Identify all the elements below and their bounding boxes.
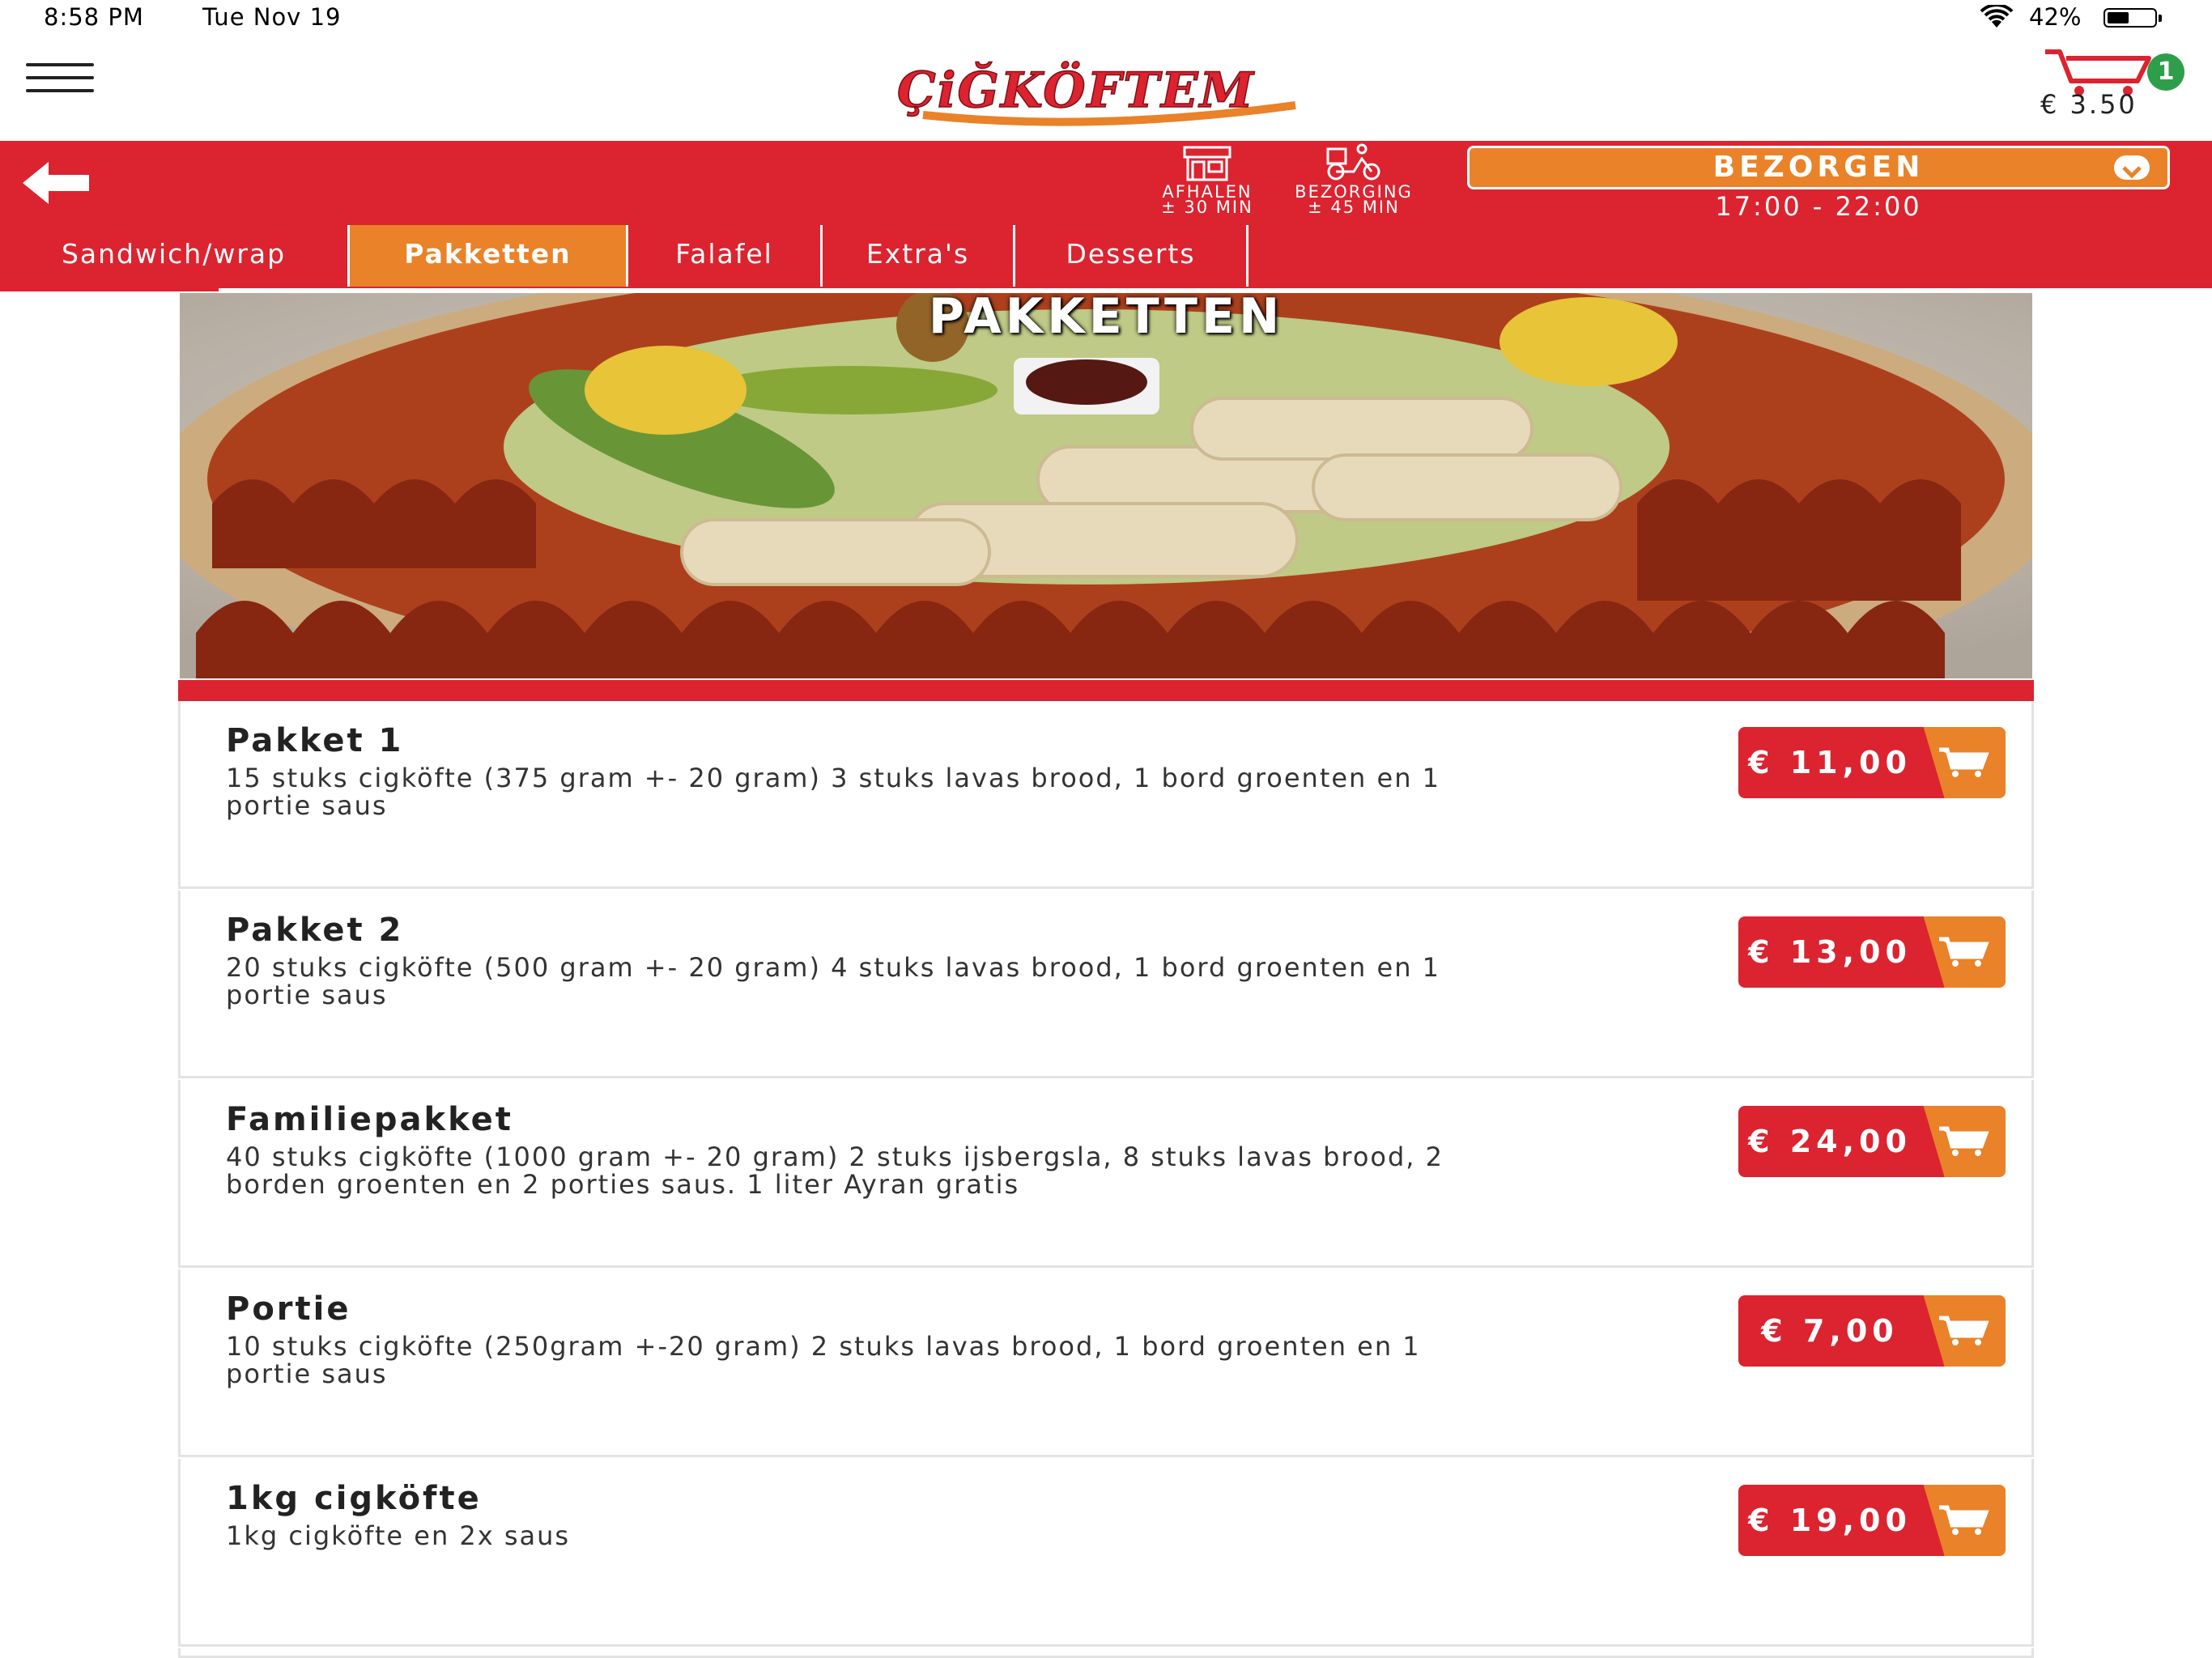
section-banner-image bbox=[180, 293, 2032, 678]
cart-icon bbox=[1939, 1126, 1989, 1156]
add-to-cart-button[interactable]: € 7,00 bbox=[1738, 1295, 2006, 1367]
wifi-icon bbox=[1980, 5, 2014, 28]
cart-total: € 3.50 bbox=[2040, 89, 2138, 120]
item-description: 20 stuks cigköfte (500 gram +- 20 gram) … bbox=[226, 952, 1440, 1010]
tab-pakketten[interactable]: Pakketten bbox=[350, 225, 628, 287]
delivery-mode-value: BEZORGEN bbox=[1712, 151, 1925, 184]
section-title: PAKKETTEN bbox=[928, 288, 1284, 345]
mode-bezorging[interactable]: BEZORGING ± 45 MIN bbox=[1281, 142, 1427, 217]
brand-logo[interactable]: ÇiĞKÖFTEM bbox=[891, 55, 1328, 128]
tab-falafel[interactable]: Falafel bbox=[628, 225, 823, 287]
tab-sandwich-wrap[interactable]: Sandwich/wrap bbox=[0, 225, 350, 287]
item-price: € 24,00 bbox=[1748, 1124, 1912, 1159]
add-to-cart-button[interactable]: € 13,00 bbox=[1738, 916, 2006, 988]
hamburger-menu-icon[interactable] bbox=[26, 63, 94, 96]
status-time: 8:58 PM bbox=[44, 3, 144, 31]
item-description: 10 stuks cigköfte (250gram +-20 gram) 2 … bbox=[226, 1331, 1421, 1389]
cart-count-badge: 1 bbox=[2147, 53, 2184, 91]
item-name: Familiepakket bbox=[226, 1101, 513, 1138]
menu-item: Pakket 1 15 stuks cigköfte (375 gram +- … bbox=[178, 701, 2034, 889]
status-date: Tue Nov 19 bbox=[202, 3, 342, 31]
bezorging-time: ± 45 MIN bbox=[1308, 198, 1400, 217]
item-description: 1kg cigköfte en 2x saus bbox=[226, 1520, 571, 1551]
item-name: Portie bbox=[226, 1290, 351, 1328]
cart-icon bbox=[1939, 1316, 1989, 1346]
cart-icon bbox=[1939, 937, 1989, 967]
svg-text:ÇiĞKÖFTEM: ÇiĞKÖFTEM bbox=[897, 62, 1255, 119]
battery-percent: 42% bbox=[2029, 3, 2082, 31]
status-bar: 8:58 PM Tue Nov 19 42% bbox=[0, 0, 2212, 36]
menu-item-partial bbox=[178, 1648, 2034, 1658]
menu-item: 1kg cigköfte 1kg cigköfte en 2x saus € 1… bbox=[178, 1459, 2034, 1647]
tab-extras[interactable]: Extra's bbox=[823, 225, 1015, 287]
menu-item: Pakket 2 20 stuks cigköfte (500 gram +- … bbox=[178, 891, 2034, 1078]
delivery-scooter-icon bbox=[1326, 143, 1380, 181]
opening-hours: 17:00 - 22:00 bbox=[1715, 191, 1922, 222]
item-name: Pakket 2 bbox=[226, 912, 404, 949]
cart-icon bbox=[1939, 1505, 1989, 1535]
mode-afhalen[interactable]: AFHALEN ± 30 MIN bbox=[1146, 142, 1268, 217]
item-price: € 19,00 bbox=[1748, 1503, 1912, 1538]
item-price: € 13,00 bbox=[1748, 934, 1912, 970]
shop-icon bbox=[1183, 146, 1231, 181]
delivery-mode-select[interactable]: BEZORGEN bbox=[1467, 146, 2170, 189]
menu-item: Familiepakket 40 stuks cigköfte (1000 gr… bbox=[178, 1080, 2034, 1268]
item-name: 1kg cigköfte bbox=[226, 1480, 482, 1517]
item-name: Pakket 1 bbox=[226, 722, 404, 759]
menu-item: Portie 10 stuks cigköfte (250gram +-20 g… bbox=[178, 1269, 2034, 1457]
add-to-cart-button[interactable]: € 19,00 bbox=[1738, 1485, 2006, 1556]
item-description: 15 stuks cigköfte (375 gram +- 20 gram) … bbox=[226, 763, 1440, 821]
tab-desserts[interactable]: Desserts bbox=[1015, 225, 1249, 287]
item-price: € 11,00 bbox=[1748, 745, 1912, 780]
category-tabs: Sandwich/wrap Pakketten Falafel Extra's … bbox=[0, 225, 2212, 288]
item-price: € 7,00 bbox=[1761, 1313, 1899, 1349]
back-arrow-icon[interactable] bbox=[16, 159, 94, 207]
afhalen-time: ± 30 MIN bbox=[1161, 198, 1253, 217]
section-divider bbox=[178, 680, 2034, 701]
item-description: 40 stuks cigköfte (1000 gram +- 20 gram)… bbox=[226, 1141, 1444, 1200]
chevron-down-icon bbox=[2114, 155, 2150, 180]
battery-icon bbox=[2104, 8, 2162, 28]
add-to-cart-button[interactable]: € 24,00 bbox=[1738, 1106, 2006, 1177]
add-to-cart-button[interactable]: € 11,00 bbox=[1738, 727, 2006, 798]
cart-icon bbox=[1939, 747, 1989, 777]
